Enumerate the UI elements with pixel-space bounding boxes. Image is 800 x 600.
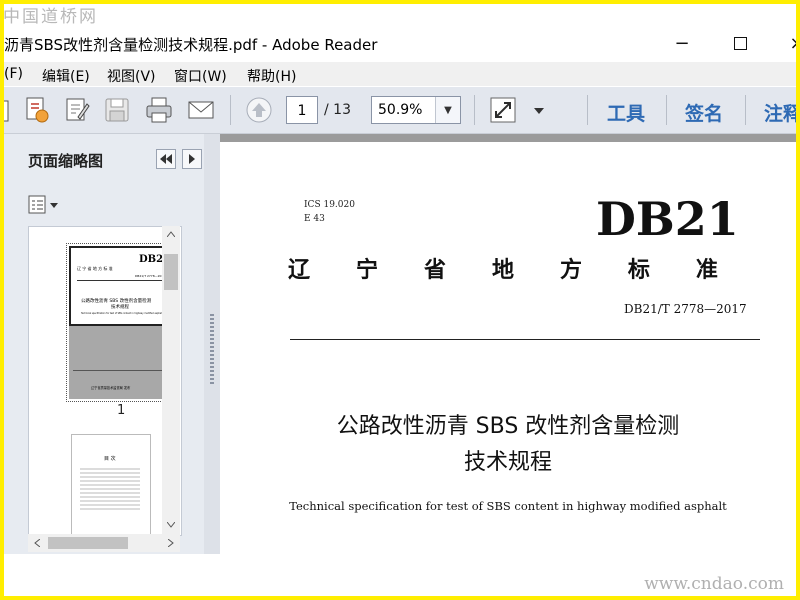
email-icon[interactable] xyxy=(186,95,216,125)
thumbnail-options-icon[interactable] xyxy=(28,194,62,216)
heading-char: 宁 xyxy=(355,258,378,283)
double-chevron-left-icon xyxy=(160,154,172,164)
document-title-line-2: 技术规程 xyxy=(463,450,552,475)
save-icon[interactable] xyxy=(102,95,132,125)
window-title: 沥青SBS改性剂含量检测技术规程.pdf - Adobe Reader xyxy=(4,36,378,54)
menu-view[interactable]: 视图(V) xyxy=(107,66,156,86)
chevron-right-icon[interactable] xyxy=(168,539,174,547)
thumb-title-2: 技术规程 xyxy=(111,305,129,310)
panel-splitter[interactable] xyxy=(204,134,220,554)
menu-bar: (F) 编辑(E) 视图(V) 窗口(W) 帮助(H) xyxy=(4,62,796,86)
tools-pane-link[interactable]: 工具 xyxy=(607,99,645,126)
thumbnail-vertical-scrollbar[interactable] xyxy=(162,226,180,534)
pdf-page: ICS 19.020 E 43 DB21 辽 宁 省 地 方 标 准 DB21/… xyxy=(220,142,796,554)
sign-pane-link[interactable]: 签名 xyxy=(685,99,723,126)
toolbar-separator xyxy=(474,95,475,125)
fullscreen-icon[interactable] xyxy=(488,95,518,125)
chevron-up-icon[interactable] xyxy=(167,231,175,237)
page-number-input[interactable]: 1 xyxy=(286,96,318,124)
chevron-down-icon[interactable]: ▼ xyxy=(435,97,460,123)
watermark-url: www.cndao.com xyxy=(644,574,784,594)
menu-help[interactable]: 帮助(H) xyxy=(247,66,296,86)
scrollbar-thumb[interactable] xyxy=(164,254,178,290)
comment-pane-link[interactable]: 注释 xyxy=(764,99,796,126)
thumb-english: Technical specification for test of SBS … xyxy=(81,312,163,315)
page-total: / 13 xyxy=(324,102,351,118)
heading-char: 辽 xyxy=(288,258,311,283)
toolbar-separator xyxy=(230,95,231,125)
thumbnail-preview: DB21 辽 宁 省 地 方 标 准 DB21/T 2778—2017 公路改性… xyxy=(69,246,172,399)
title-bar: 沥青SBS改性剂含量检测技术规程.pdf - Adobe Reader − × xyxy=(4,28,800,60)
zoom-value: 50.9% xyxy=(378,102,423,118)
menu-window[interactable]: 窗口(W) xyxy=(174,66,227,86)
collapse-panel-button[interactable] xyxy=(156,149,176,169)
chevron-down-icon[interactable] xyxy=(167,522,175,528)
header-rule xyxy=(290,339,760,340)
heading-char: 准 xyxy=(695,258,718,283)
heading-char: 标 xyxy=(627,258,650,283)
heading-char: 方 xyxy=(559,258,582,283)
watermark-logo: 中国道桥网 xyxy=(3,7,98,27)
close-icon: × xyxy=(789,32,800,54)
toolbar: 1 / 13 50.9% ▼ 工具 签名 注释 xyxy=(0,87,796,134)
page-thumbnail-1[interactable]: DB21 辽 宁 省 地 方 标 准 DB21/T 2778—2017 公路改性… xyxy=(66,243,175,402)
ics-code: ICS 19.020 xyxy=(304,200,355,210)
minimize-icon: − xyxy=(674,32,690,54)
scrollbar-thumb[interactable] xyxy=(48,537,128,549)
standard-number: DB21/T 2778—2017 xyxy=(624,302,747,316)
thumbnail-list[interactable]: DB21 辽 宁 省 地 方 标 准 DB21/T 2778—2017 公路改性… xyxy=(28,226,182,536)
thumb-province: 辽 宁 省 地 方 标 准 xyxy=(77,266,113,271)
thumbnail-cover-top: DB21 辽 宁 省 地 方 标 准 DB21/T 2778—2017 公路改性… xyxy=(69,246,172,326)
edit-pdf-icon[interactable] xyxy=(62,95,92,125)
thumb2-heading: 目 次 xyxy=(104,456,116,462)
print-icon[interactable] xyxy=(144,95,174,125)
toolbar-separator xyxy=(666,95,667,125)
ics-code-block: ICS 19.020 E 43 xyxy=(304,198,355,226)
thumb-rule xyxy=(77,280,165,281)
minimize-button[interactable]: − xyxy=(659,28,705,58)
page-thumbnail-2[interactable]: 目 次 xyxy=(71,434,151,535)
category-code: E 43 xyxy=(304,214,325,224)
maximize-button[interactable] xyxy=(717,28,763,58)
zoom-select[interactable]: 50.9% ▼ xyxy=(371,96,461,124)
toolbar-separator xyxy=(745,95,746,125)
open-icon[interactable] xyxy=(0,95,10,125)
expand-panel-button[interactable] xyxy=(182,149,202,169)
document-title-line-1: 公路改性沥青 SBS 改性剂含量检测 xyxy=(336,414,680,439)
page-thumbnail-label: 1 xyxy=(117,403,126,418)
thumbnails-panel: 页面缩略图 DB21 辽 宁 省 地 方 标 准 DB21/T 2778—201… xyxy=(4,134,204,554)
thumbnail-cover-shaded: 辽宁省质量技术监督局 发布 xyxy=(69,326,172,399)
menu-file[interactable]: (F) xyxy=(4,66,23,82)
province-standard-heading: 辽 宁 省 地 方 标 准 xyxy=(288,252,718,284)
thumb2-toc-lines xyxy=(80,468,140,510)
create-pdf-icon[interactable] xyxy=(22,95,52,125)
chevron-right-icon xyxy=(189,154,195,164)
english-title: Technical specification for test of SBS … xyxy=(289,499,727,513)
previous-page-icon[interactable] xyxy=(244,95,274,125)
toolbar-separator xyxy=(587,95,588,125)
splitter-grip[interactable] xyxy=(210,314,214,384)
panel-title: 页面缩略图 xyxy=(28,152,104,170)
more-tools-dropdown-icon[interactable] xyxy=(532,95,546,125)
thumb-footer-rule xyxy=(73,370,168,371)
thumb-footer: 辽宁省质量技术监督局 发布 xyxy=(91,386,131,390)
maximize-icon xyxy=(733,36,747,50)
chevron-left-icon[interactable] xyxy=(34,539,40,547)
thumb-doc-no: DB21/T 2778—2017 xyxy=(135,274,166,278)
document-view[interactable]: ICS 19.020 E 43 DB21 辽 宁 省 地 方 标 准 DB21/… xyxy=(220,134,796,554)
menu-edit[interactable]: 编辑(E) xyxy=(42,66,90,86)
db-code: DB21 xyxy=(596,192,739,246)
thumbnail-horizontal-scrollbar[interactable] xyxy=(28,534,180,552)
close-button[interactable]: × xyxy=(774,28,800,58)
heading-char: 地 xyxy=(491,258,514,283)
heading-char: 省 xyxy=(423,258,446,283)
